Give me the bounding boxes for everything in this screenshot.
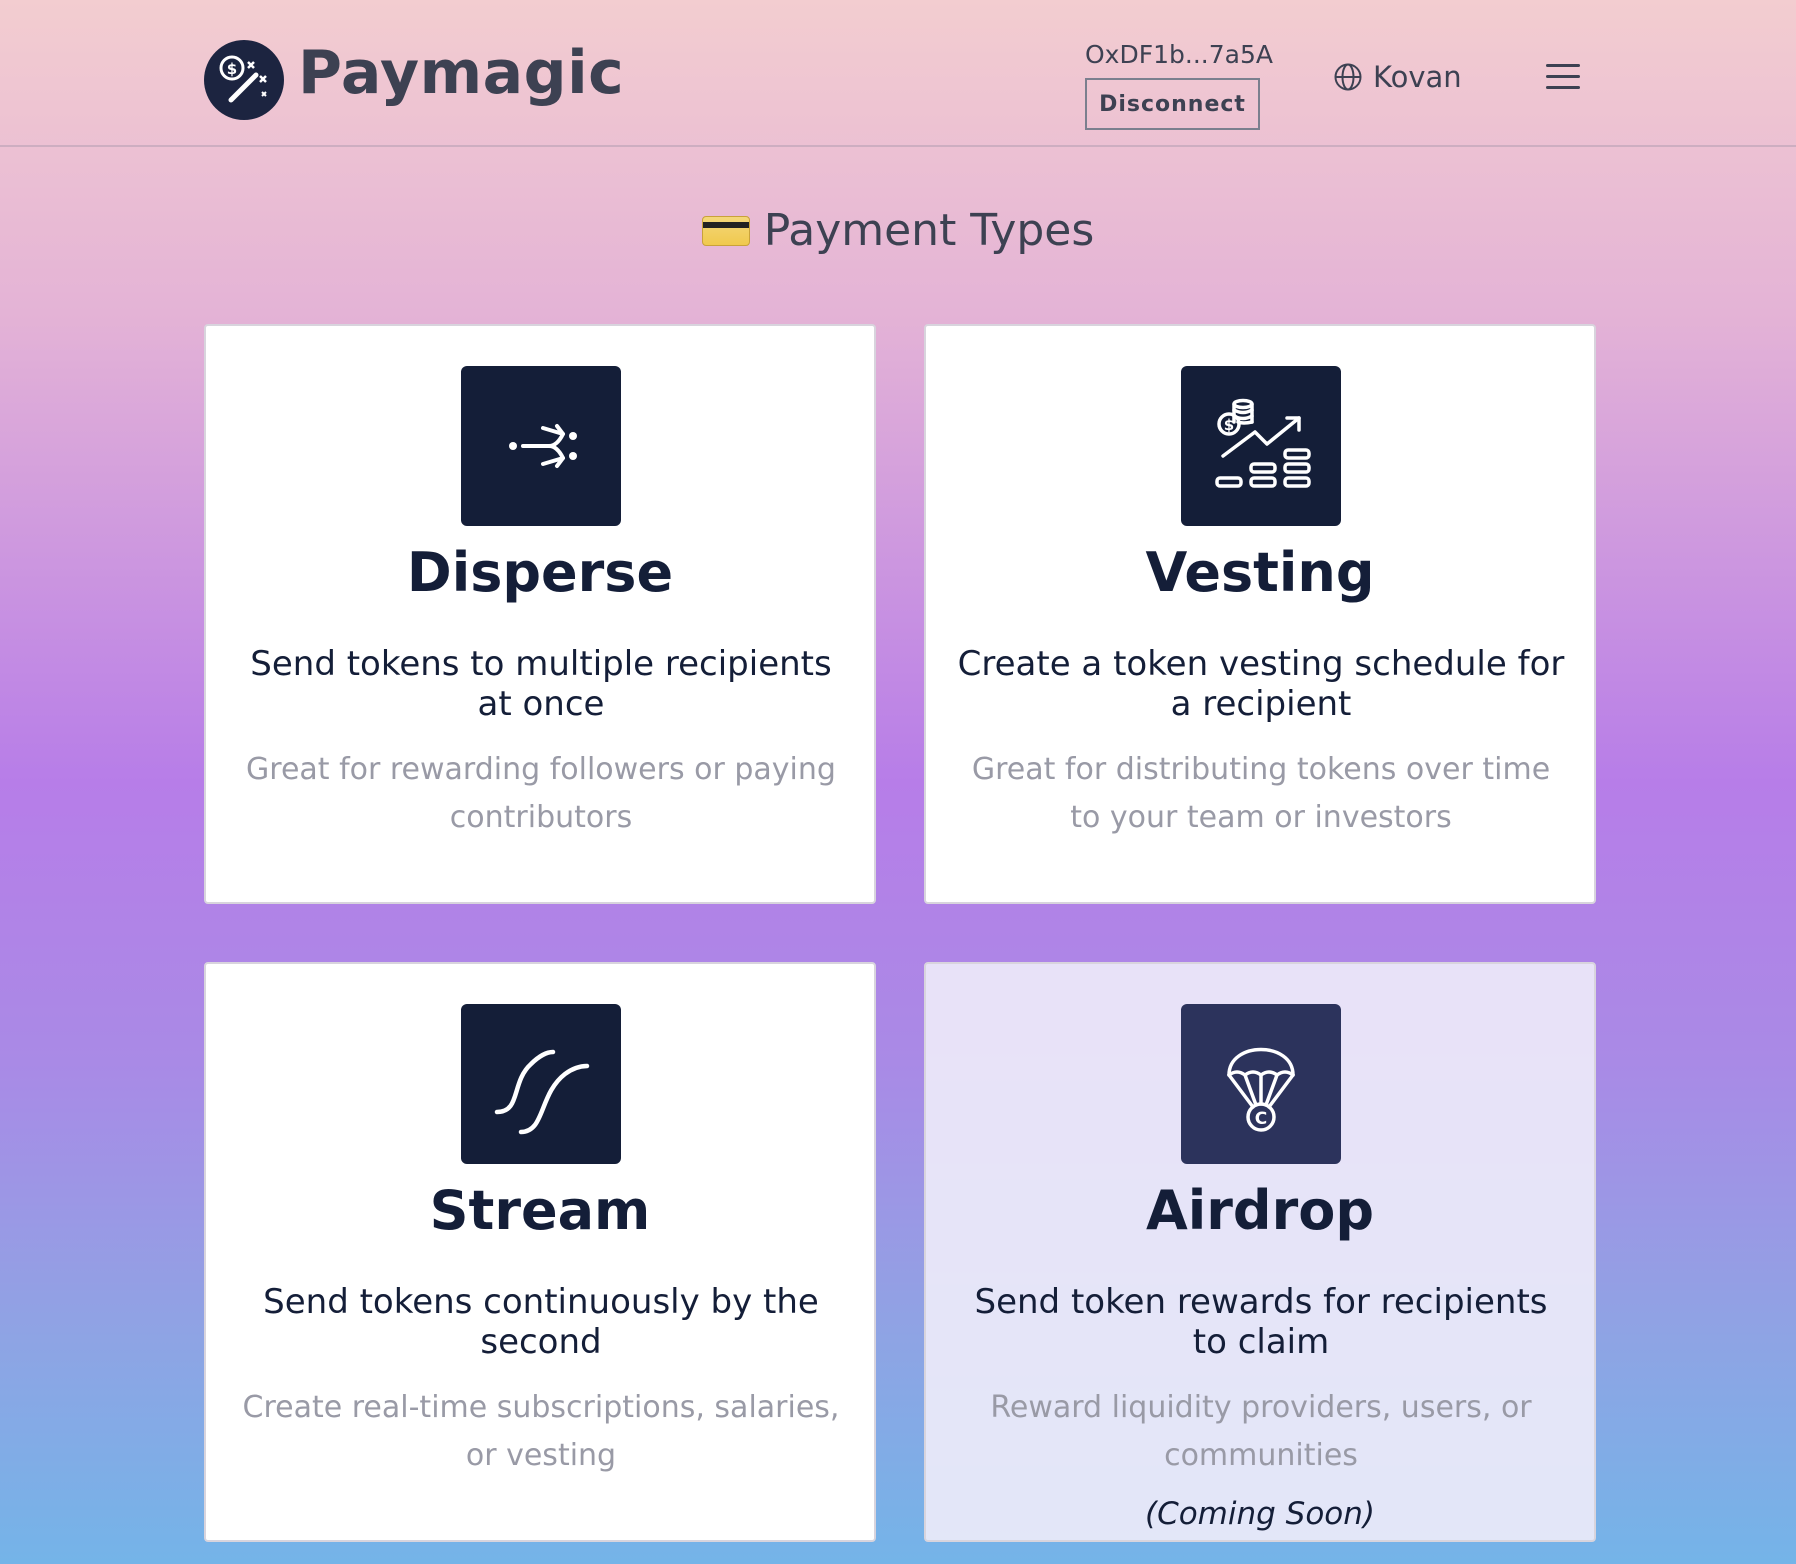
network-name: Kovan <box>1373 60 1462 94</box>
card-note: Great for rewarding followers or paying … <box>236 746 846 842</box>
network-selector[interactable]: Kovan <box>1333 60 1462 94</box>
card-description: Send tokens continuously by the second <box>236 1282 846 1362</box>
stream-waves-icon <box>461 1004 621 1164</box>
card-title: Vesting <box>926 541 1594 604</box>
card-description: Send token rewards for recipients to cla… <box>956 1282 1566 1362</box>
credit-card-icon <box>702 216 750 246</box>
payment-card-airdrop[interactable]: C Airdrop Send token rewards for recipie… <box>924 962 1596 1542</box>
coming-soon-label: (Coming Soon) <box>926 1496 1594 1532</box>
payment-card-vesting[interactable]: $ Vesting Create a token vesting schedul… <box>924 324 1596 904</box>
card-title: Stream <box>206 1179 874 1242</box>
card-title: Airdrop <box>926 1179 1594 1242</box>
payment-card-disperse[interactable]: Disperse Send tokens to multiple recipie… <box>204 324 876 904</box>
vesting-chart-icon: $ <box>1181 366 1341 526</box>
card-note: Great for distributing tokens over time … <box>956 746 1566 842</box>
parachute-coin-icon: C <box>1181 1004 1341 1164</box>
top-header: $ Paymagic OxDF1b...7a5A Disconnect Kova… <box>0 0 1796 147</box>
disperse-arrows-icon <box>461 366 621 526</box>
section-title: Payment Types <box>764 205 1095 256</box>
payment-card-stream[interactable]: Stream Send tokens continuously by the s… <box>204 962 876 1542</box>
paymagic-logo-icon[interactable]: $ <box>204 40 284 120</box>
hamburger-menu-icon[interactable] <box>1546 64 1580 90</box>
card-description: Create a token vesting schedule for a re… <box>956 644 1566 724</box>
brand-name[interactable]: Paymagic <box>298 38 624 108</box>
card-title: Disperse <box>206 541 874 604</box>
svg-text:$: $ <box>227 60 237 78</box>
disconnect-button[interactable]: Disconnect <box>1085 78 1260 130</box>
svg-text:C: C <box>1255 1109 1267 1129</box>
card-description: Send tokens to multiple recipients at on… <box>236 644 846 724</box>
wallet-address: OxDF1b...7a5A <box>1085 40 1273 69</box>
section-heading: Payment Types <box>0 205 1796 256</box>
globe-icon <box>1333 62 1363 92</box>
card-note: Create real-time subscriptions, salaries… <box>236 1384 846 1480</box>
card-note: Reward liquidity providers, users, or co… <box>956 1384 1566 1480</box>
